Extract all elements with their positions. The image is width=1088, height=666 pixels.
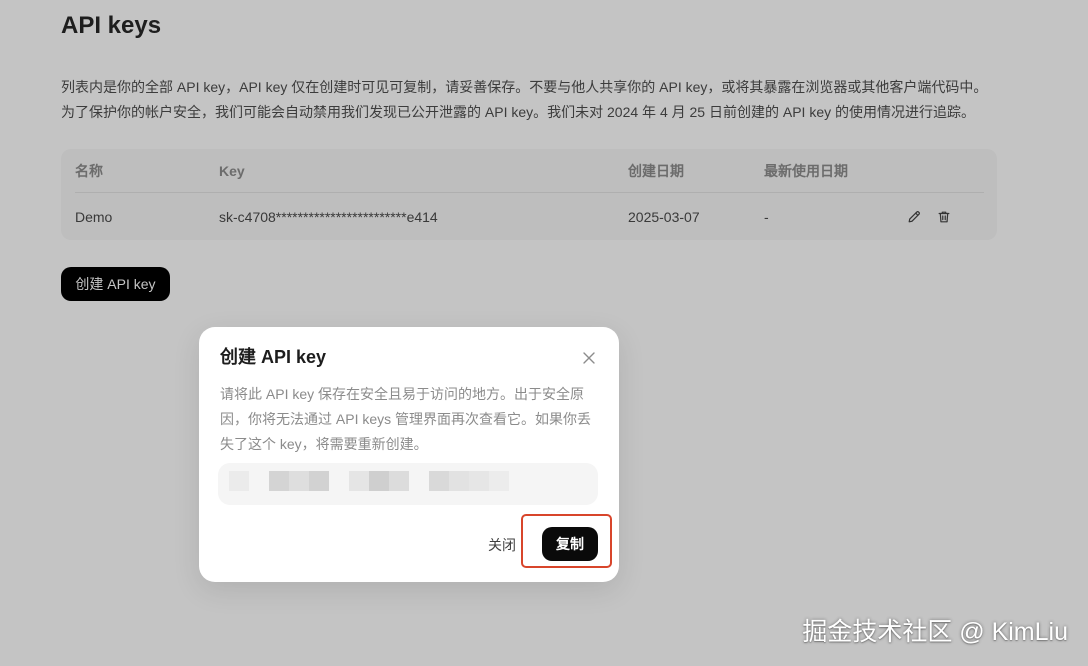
dialog-close-button[interactable]: [579, 348, 599, 368]
mosaic-block: [369, 471, 389, 491]
mosaic-block: [489, 471, 509, 491]
mosaic-block: [289, 471, 309, 491]
dialog-message-line: 请将此 API key 保存在安全且易于访问的地方。出于安全原: [220, 386, 585, 402]
mosaic-block: [309, 471, 329, 491]
mosaic-block: [469, 471, 489, 491]
mosaic-block: [229, 471, 249, 491]
dialog-message: 请将此 API key 保存在安全且易于访问的地方。出于安全原 因，你将无法通过…: [220, 382, 591, 457]
mosaic-block: [389, 471, 409, 491]
close-icon: [583, 352, 595, 364]
mosaic-block: [429, 471, 449, 491]
dialog-message-line: 因，你将无法通过 API keys 管理界面再次查看它。如果你丢: [220, 411, 592, 427]
api-key-field: [218, 463, 598, 505]
mosaic-block: [449, 471, 469, 491]
watermark: 掘金技术社区 @ KimLiu: [802, 618, 1068, 646]
dialog-title: 创建 API key: [220, 347, 327, 367]
dialog-message-line: 失了这个 key，将需要重新创建。: [220, 436, 428, 452]
highlight-annotation-box: [521, 514, 612, 568]
close-button[interactable]: 关闭: [481, 530, 523, 560]
mosaic-block: [349, 471, 369, 491]
mosaic-block: [269, 471, 289, 491]
api-keys-page: API keys 列表内是你的全部 API key，API key 仅在创建时可…: [0, 0, 1088, 666]
